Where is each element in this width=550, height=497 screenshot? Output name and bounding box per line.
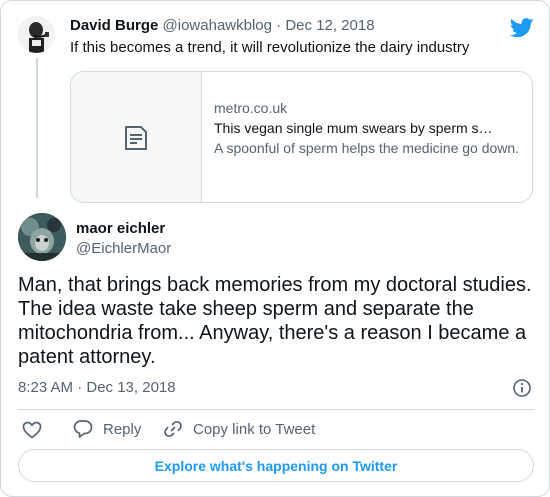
parent-avatar[interactable] — [18, 16, 55, 53]
link-title: This vegan single mum swears by sperm s… — [214, 120, 493, 136]
divider — [18, 409, 534, 410]
explore-twitter-button[interactable]: Explore what's happening on Twitter — [18, 449, 534, 482]
link-domain: metro.co.uk — [214, 100, 288, 116]
thread-line — [36, 58, 38, 198]
like-button[interactable] — [22, 421, 42, 439]
reply-bubble-icon — [73, 420, 93, 438]
link-preview-card[interactable]: metro.co.uk This vegan single mum swears… — [70, 71, 533, 203]
tweet-embed-card: David Burge @iowahawkblog · Dec 12, 2018… — [0, 0, 550, 497]
document-icon — [125, 126, 147, 150]
reply-label: Reply — [103, 420, 142, 438]
reply-avatar[interactable] — [18, 213, 66, 261]
reply-timestamp[interactable]: 8:23 AM · Dec 13, 2018 — [18, 379, 176, 396]
link-body: metro.co.uk This vegan single mum swears… — [214, 98, 524, 158]
reply-author-name[interactable]: maor eichler — [76, 220, 165, 237]
twitter-bird-icon[interactable] — [510, 17, 534, 39]
copy-link-button[interactable]: Copy link to Tweet — [163, 419, 315, 439]
parent-author-name[interactable]: David Burge — [70, 17, 158, 34]
parent-tweet-text: If this becomes a trend, it will revolut… — [70, 39, 470, 56]
heart-icon — [22, 421, 42, 439]
link-thumbnail — [71, 72, 202, 202]
parent-handle-date[interactable]: @iowahawkblog · Dec 12, 2018 — [163, 17, 375, 34]
info-icon[interactable] — [512, 378, 532, 398]
reply-button[interactable]: Reply — [73, 419, 141, 439]
reply-author-handle[interactable]: @EichlerMaor — [76, 240, 171, 257]
parent-header: David Burge @iowahawkblog · Dec 12, 2018 — [70, 17, 375, 34]
copy-link-label: Copy link to Tweet — [193, 420, 316, 438]
reply-tweet-text: Man, that brings back memories from my d… — [18, 274, 532, 368]
link-description: A spoonful of sperm helps the medicine g… — [214, 140, 520, 156]
link-icon — [164, 420, 182, 438]
